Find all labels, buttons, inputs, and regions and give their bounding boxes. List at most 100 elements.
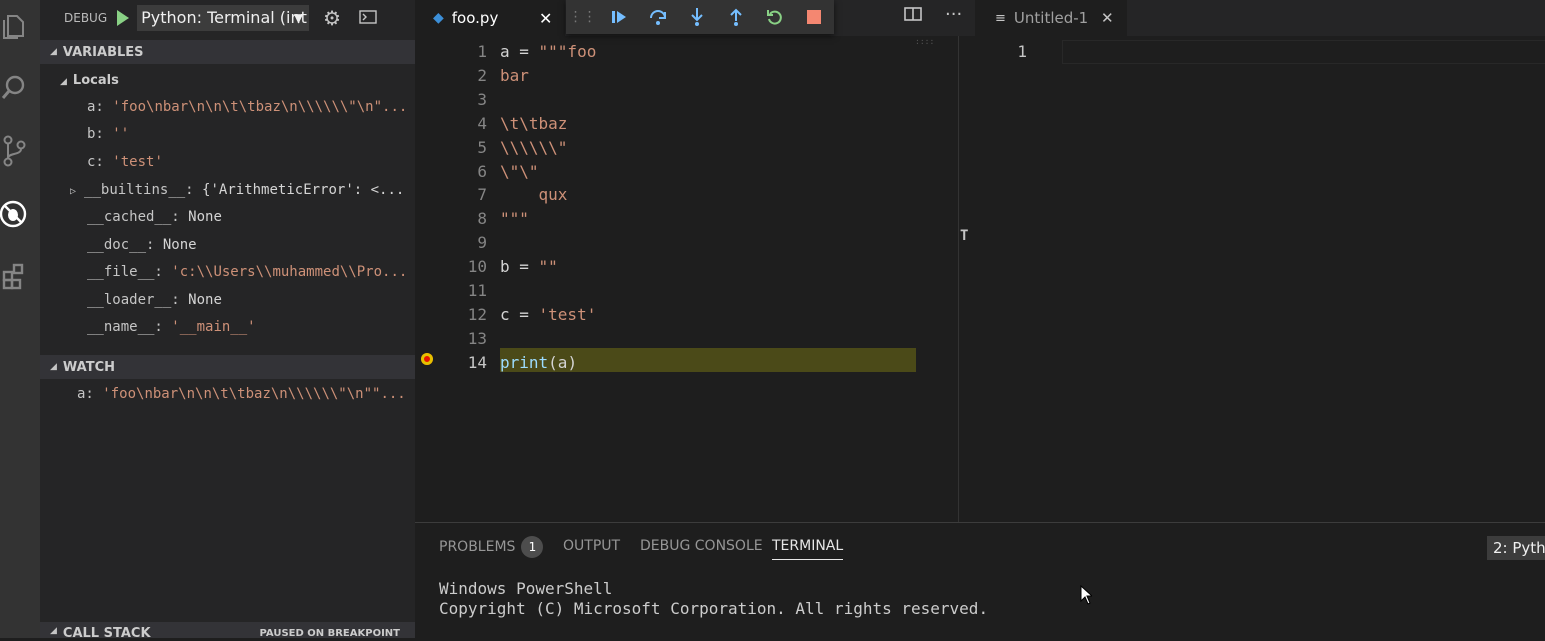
- variable-value: None: [162, 237, 197, 253]
- files-icon[interactable]: [0, 10, 28, 44]
- line-number: 3: [477, 89, 487, 109]
- step-over-icon[interactable]: [638, 0, 677, 34]
- drag-handle-icon[interactable]: ⋮⋮: [566, 0, 599, 34]
- debug-config-select[interactable]: Python: Terminal (int ▼: [137, 5, 310, 31]
- variable-value: {'ArithmeticError': <...: [202, 182, 405, 198]
- code-line[interactable]: qux: [500, 185, 568, 204]
- line-number: 11: [467, 281, 487, 300]
- variable-name: __loader__:: [87, 292, 180, 308]
- variable-value: '__main__': [171, 319, 256, 335]
- step-out-icon[interactable]: [717, 0, 756, 34]
- variable-row[interactable]: a: 'foo\nbar\n\n\t\tbaz\n\\\\\\"\n"...: [40, 94, 462, 121]
- variable-row[interactable]: ▷ __builtins__: {'ArithmeticError': <...: [40, 177, 445, 204]
- close-icon[interactable]: ✕: [539, 9, 552, 28]
- code-editor-untitled-1[interactable]: 1: [977, 36, 1545, 522]
- variable-value: 'c:\\Users\\muhammed\\Pro...: [171, 264, 408, 280]
- line-number: 10: [467, 257, 487, 277]
- call-stack-status: PAUSED ON BREAKPOINT: [259, 628, 400, 639]
- tab-foo-py[interactable]: ◆ foo.py ✕: [415, 0, 565, 36]
- source-control-icon[interactable]: [0, 134, 28, 168]
- code-line[interactable]: """: [500, 209, 529, 228]
- variable-row[interactable]: __name__: '__main__': [40, 314, 462, 342]
- variable-row[interactable]: __file__: 'c:\\Users\\muhammed\\Pro...: [40, 259, 462, 286]
- chevron-down-icon: ◢: [50, 626, 57, 636]
- tab-terminal[interactable]: TERMINAL: [772, 538, 844, 560]
- continue-icon[interactable]: [599, 0, 638, 34]
- mouse-cursor-icon: [1080, 584, 1094, 609]
- variable-row[interactable]: __cached__: None: [40, 204, 462, 231]
- variable-name: __doc__:: [87, 237, 155, 253]
- code-editor-foo-py[interactable]: 1 2 3 4 5 6 7 8 9 10 11 12 13 14 a = """foo bar \t\tbaz…: [415, 36, 975, 522]
- call-stack-section-header[interactable]: ◢ CALL STACK PAUSED ON BREAKPOINT: [40, 622, 415, 641]
- more-actions-icon[interactable]: ···: [945, 4, 962, 25]
- code-line[interactable]: b = "": [500, 257, 558, 276]
- line-number: 9: [477, 233, 487, 253]
- stop-icon[interactable]: [795, 0, 834, 34]
- code-line[interactable]: a = """foo: [500, 42, 596, 61]
- terminal-select[interactable]: 2: Pytho: [1487, 536, 1545, 560]
- code-line[interactable]: c = 'test': [500, 305, 596, 324]
- debug-icon[interactable]: [0, 197, 28, 231]
- line-number: 4: [477, 113, 487, 133]
- editor-tabs-right: ≡ Untitled-1 ✕: [977, 0, 1545, 36]
- extensions-icon[interactable]: [0, 259, 28, 293]
- chevron-down-icon: ▼: [293, 11, 304, 25]
- close-icon[interactable]: ✕: [1101, 9, 1114, 27]
- variable-name: __file__:: [87, 264, 163, 280]
- code-line[interactable]: \\\\\\": [500, 138, 567, 157]
- watch-section-header[interactable]: ◢ WATCH: [40, 355, 415, 379]
- tab-problems[interactable]: PROBLEMS 1: [439, 536, 544, 558]
- restart-icon[interactable]: [756, 0, 795, 34]
- variable-name: __name__:: [87, 319, 163, 335]
- breakpoint-icon[interactable]: [421, 353, 433, 365]
- variable-name: __builtins__:: [84, 182, 194, 198]
- code-line[interactable]: \t\tbaz: [500, 114, 567, 133]
- chevron-down-icon: ◢: [50, 47, 57, 57]
- terminal-icon[interactable]: [359, 9, 377, 28]
- debug-title: DEBUG: [64, 11, 108, 25]
- line-number: 2: [477, 65, 487, 85]
- variable-row[interactable]: __loader__: None: [40, 287, 462, 314]
- minimap[interactable]: ::::: [915, 38, 934, 68]
- code-line[interactable]: bar: [500, 66, 529, 85]
- line-number: 5: [477, 137, 487, 157]
- debug-toolbar: DEBUG Python: Terminal (int ▼ ⚙: [40, 0, 415, 36]
- locals-scope[interactable]: ◢ Locals: [40, 67, 415, 94]
- tab-debug-console[interactable]: DEBUG CONSOLE: [640, 538, 763, 554]
- variable-value: None: [188, 209, 222, 225]
- variable-name: __cached__:: [87, 209, 180, 225]
- tab-untitled-1[interactable]: ≡ Untitled-1 ✕: [977, 0, 1127, 36]
- line-number: 1: [1017, 42, 1027, 61]
- watch-row[interactable]: a: 'foo\nbar\n\n\t\tbaz\n\\\\\\"\n""...: [40, 381, 452, 408]
- variable-value: '': [112, 126, 130, 142]
- start-debugging-icon[interactable]: [117, 10, 130, 26]
- chevron-right-icon[interactable]: ▷: [70, 186, 76, 197]
- variables-title: VARIABLES: [62, 44, 144, 60]
- variables-section-header[interactable]: ◢ VARIABLES: [40, 40, 415, 64]
- variable-value: 'foo\nbar\n\n\t\tbaz\n\\\\\\"\n"...: [112, 99, 408, 115]
- variable-row[interactable]: c: 'test': [40, 149, 462, 176]
- problems-count-badge: 1: [521, 536, 544, 558]
- line-number: 1: [477, 42, 487, 61]
- activity-bar: [0, 0, 40, 638]
- code-line[interactable]: print(a): [500, 353, 577, 372]
- tab-output[interactable]: OUTPUT: [563, 538, 620, 554]
- variable-name: b:: [87, 126, 104, 142]
- search-icon[interactable]: [0, 70, 28, 104]
- call-stack-title: CALL STACK: [62, 626, 151, 641]
- current-line-box: [1062, 40, 1545, 64]
- settings-gear-icon[interactable]: ⚙: [323, 6, 341, 30]
- locals-label: Locals: [72, 73, 119, 88]
- variable-name: c:: [87, 154, 104, 170]
- chevron-down-icon: ◢: [50, 362, 57, 372]
- variable-value: None: [188, 292, 222, 308]
- variable-row[interactable]: __doc__: None: [40, 232, 462, 259]
- line-number: 13: [467, 328, 487, 348]
- code-line[interactable]: \"\": [500, 162, 539, 181]
- variable-row[interactable]: b: '': [40, 121, 462, 148]
- split-editor-icon[interactable]: [904, 6, 922, 26]
- scroll-marker: T: [960, 228, 969, 244]
- step-into-icon[interactable]: [678, 0, 717, 34]
- debug-action-toolbar: ⋮⋮: [566, 0, 834, 34]
- variable-value: 'test': [112, 154, 163, 170]
